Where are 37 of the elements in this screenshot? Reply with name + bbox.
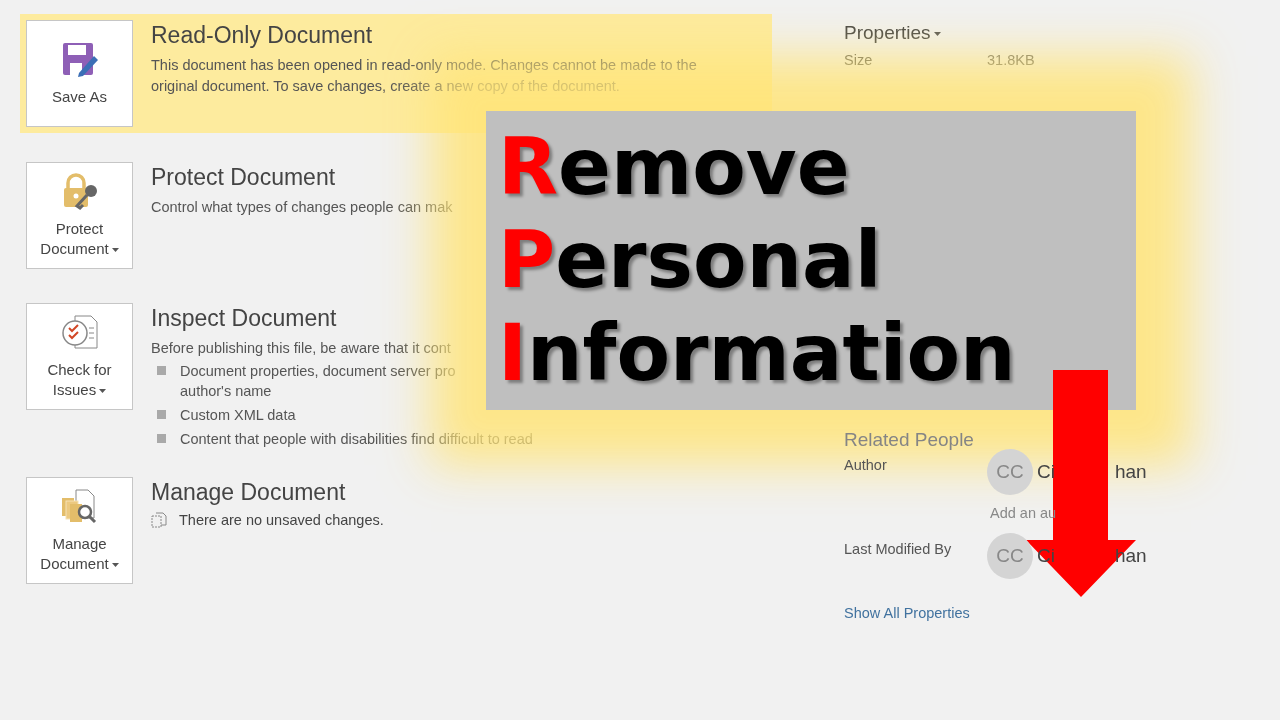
property-label: Last Modified By — [844, 541, 953, 559]
section-title: Inspect Document — [151, 305, 338, 332]
bullet-text: Custom XML data — [180, 406, 296, 425]
headline-line: Information — [498, 307, 1017, 400]
show-all-properties-link[interactable]: Show All Properties — [844, 605, 970, 621]
status-text: There are no unsaved changes. — [179, 512, 384, 528]
property-label: Author — [844, 457, 888, 475]
person-name: han — [1114, 461, 1147, 483]
section-title: Read-Only Document — [151, 22, 374, 49]
document-action-button[interactable]: Protect Document — [26, 162, 133, 269]
section-title: Protect Document — [151, 164, 337, 191]
headline-line: Personal — [498, 214, 883, 307]
section-description: Before publishing this file, be aware that it cont — [151, 339, 452, 358]
checklist-icon — [60, 313, 99, 352]
bullet-icon — [157, 434, 166, 443]
section-heading: Related People — [844, 429, 974, 451]
caret-icon — [933, 32, 941, 36]
avatar: CC — [987, 533, 1033, 579]
documents-icon — [151, 512, 167, 528]
caret-icon — [99, 388, 107, 393]
properties-dropdown[interactable]: Properties — [844, 22, 1164, 44]
caret-icon — [111, 562, 119, 567]
document-action-button[interactable]: Save As — [26, 20, 133, 127]
bullet-text: Document properties, document server pro author's name — [180, 362, 456, 401]
section-description: Control what types of changes people can mak — [151, 198, 453, 217]
avatar: CC — [987, 449, 1033, 495]
property-label: Size — [844, 52, 874, 70]
property-value: 31.8KB — [987, 52, 1035, 70]
bullet-icon — [157, 366, 166, 375]
save-icon — [60, 40, 99, 79]
headline-line: Remove — [498, 121, 851, 214]
document-action-button[interactable]: Manage Document — [26, 477, 133, 584]
person-name: Ci — [1037, 545, 1055, 567]
bullet-icon — [157, 410, 166, 419]
caret-icon — [111, 247, 119, 252]
document-action-button[interactable]: Check for Issues — [26, 303, 133, 410]
section-title: Manage Document — [151, 479, 347, 506]
